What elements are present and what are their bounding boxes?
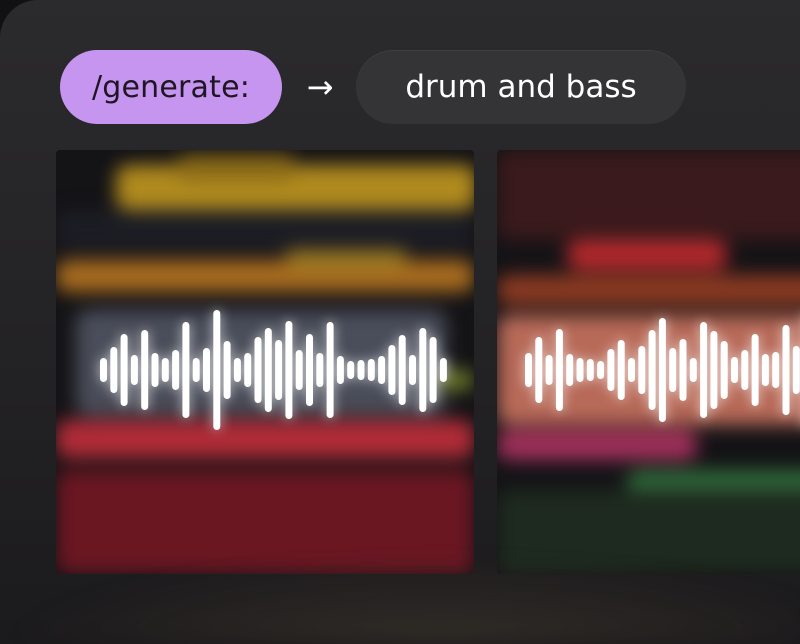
waveform-bar xyxy=(607,349,615,391)
waveform-bar xyxy=(192,358,200,382)
waveform-bar xyxy=(741,350,749,390)
waveform-bar xyxy=(223,341,231,399)
waveform-bar xyxy=(429,337,437,403)
waveform-bar xyxy=(141,330,149,410)
waveform-bar xyxy=(244,353,252,387)
arrow-right-icon: → xyxy=(306,68,334,106)
waveform-bar xyxy=(326,322,334,418)
waveform-bar xyxy=(120,334,128,406)
waveform-bar xyxy=(254,337,262,403)
waveform-bar xyxy=(367,359,375,381)
waveform-bar xyxy=(535,337,543,403)
waveform-bar xyxy=(761,354,769,386)
waveform-bar xyxy=(731,357,738,383)
waveform-bar xyxy=(347,361,355,379)
waveform-bar xyxy=(130,355,138,385)
waveform-bar xyxy=(792,346,800,394)
waveform-bar xyxy=(669,348,677,392)
waveform-bar xyxy=(710,331,718,409)
waveform-bar xyxy=(566,354,574,386)
waveform-bar xyxy=(264,328,272,412)
waveform-bar xyxy=(597,361,605,379)
audio-waveform-icon xyxy=(525,318,800,422)
waveform-bar xyxy=(378,356,386,384)
waveform-bar xyxy=(419,328,427,412)
waveform-bar xyxy=(213,310,221,430)
waveform-bar xyxy=(658,318,666,422)
waveform-bar xyxy=(100,358,107,382)
generation-panel: /generate: → drum and bass xyxy=(0,0,800,644)
waveform-bar xyxy=(336,356,344,384)
waveform-bar xyxy=(648,330,656,410)
waveform-bar xyxy=(700,322,708,418)
waveform-bar xyxy=(161,358,169,382)
waveform-bar xyxy=(357,360,365,380)
waveform-bar xyxy=(679,339,687,401)
waveform-bar xyxy=(398,335,406,405)
generate-command-chip[interactable]: /generate: xyxy=(60,50,282,124)
result-card-2[interactable] xyxy=(497,150,800,574)
waveform-bar xyxy=(617,340,625,400)
waveform-bar xyxy=(586,359,594,381)
waveform-bar xyxy=(689,358,697,382)
result-card-1[interactable] xyxy=(56,150,474,574)
waveform-bar xyxy=(525,353,532,387)
waveform-bar xyxy=(409,355,416,385)
waveform-bar xyxy=(295,350,303,390)
waveform-bar xyxy=(182,322,190,418)
waveform-bar xyxy=(388,345,396,395)
waveform-bar xyxy=(638,346,646,394)
waveform-bar xyxy=(555,329,563,411)
waveform-bar xyxy=(439,358,447,382)
waveform-bar xyxy=(306,334,313,406)
waveform-bar xyxy=(285,321,293,419)
waveform-bar xyxy=(233,358,241,382)
waveform-bar xyxy=(275,340,283,400)
audio-waveform-icon xyxy=(100,310,447,430)
waveform-bar xyxy=(203,348,210,392)
waveform-bar xyxy=(151,353,159,387)
waveform-bar xyxy=(545,355,553,385)
waveform-bar xyxy=(751,334,759,406)
prompt-label: drum and bass xyxy=(405,69,637,105)
waveform-bar xyxy=(628,358,635,382)
waveform-bar xyxy=(172,350,180,390)
waveform-bar xyxy=(110,347,118,393)
waveform-bar xyxy=(720,341,728,399)
waveform-bar xyxy=(772,352,780,388)
waveform-bar xyxy=(782,325,790,415)
waveform-bar xyxy=(316,353,324,387)
generate-command-label: /generate: xyxy=(91,69,251,105)
prompt-chip[interactable]: drum and bass xyxy=(356,50,686,124)
waveform-bar xyxy=(576,358,584,382)
